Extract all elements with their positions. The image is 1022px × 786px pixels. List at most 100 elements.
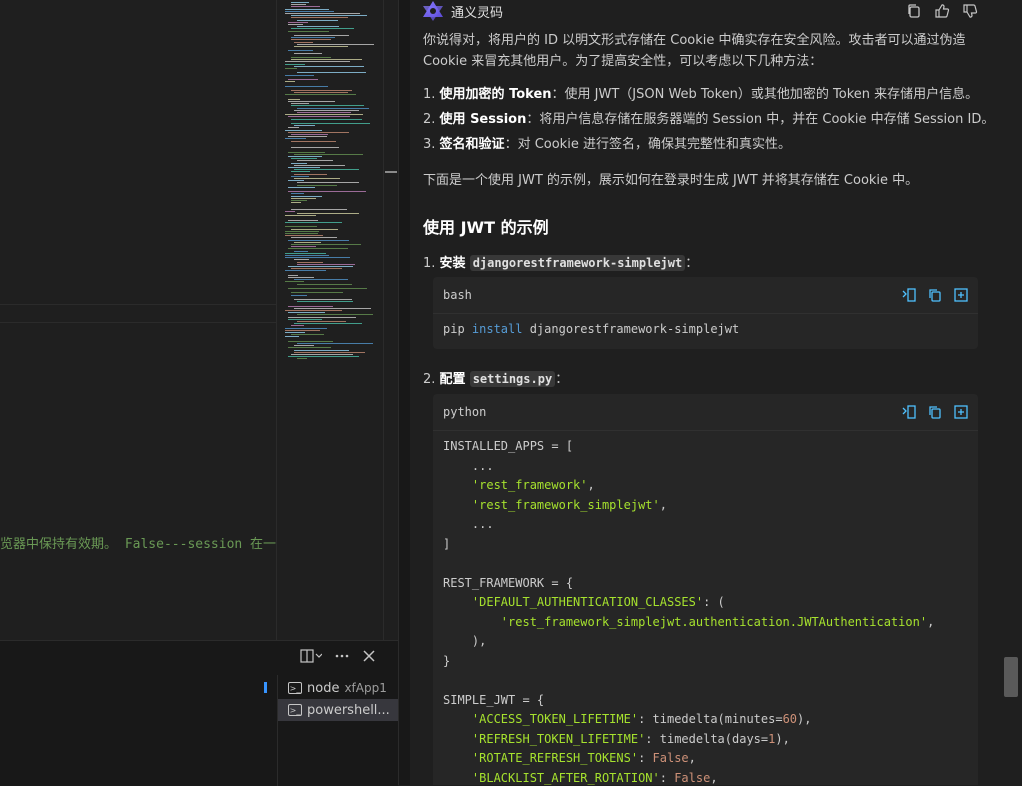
copy-code-icon[interactable]	[928, 288, 942, 302]
minimap-line	[285, 270, 326, 272]
minimap-line	[294, 241, 321, 243]
minimap-line	[291, 228, 338, 230]
minimap-line	[294, 349, 349, 351]
minimap-line	[285, 114, 363, 116]
terminal-actions	[300, 649, 376, 663]
minimap-line	[288, 50, 313, 52]
minimap-line	[288, 116, 350, 118]
minimap-line	[294, 65, 364, 67]
code-block-bash: bash pip install djangorestframework-sim…	[433, 277, 978, 349]
methods-list: 1. 使用加密的 Token：使用 JWT（JSON Web Token）或其他…	[423, 85, 990, 160]
chat-scroll-thumb[interactable]	[1004, 657, 1018, 697]
minimap-line	[285, 327, 327, 329]
new-file-icon[interactable]	[954, 288, 968, 302]
more-actions-icon[interactable]	[334, 649, 350, 663]
minimap-line	[294, 92, 348, 94]
minimap-line	[288, 248, 348, 250]
minimap-line	[291, 103, 309, 105]
code-block-python: python INSTALLED_APPS = [ ... 'rest_fram…	[433, 394, 978, 785]
minimap-line	[291, 237, 337, 239]
chat-scrollbar[interactable]	[990, 0, 1022, 785]
minimap-line	[288, 101, 335, 102]
minimap-line	[291, 193, 304, 195]
terminal-tab-label: node	[307, 680, 340, 696]
minimap-line	[285, 138, 306, 140]
minimap-line	[297, 263, 355, 265]
minimap-line	[288, 21, 308, 23]
bash-code: pip install djangorestframework-simplejw…	[443, 322, 740, 336]
editor-comment-line: 览器中保持有效期。 False---session 在一	[0, 537, 276, 552]
minimap-line	[285, 310, 342, 311]
list-item: 3. 签名和验证：对 Cookie 进行签名，确保其完整性和真实性。	[423, 137, 791, 152]
minimap-line	[297, 321, 346, 322]
copy-icon[interactable]	[906, 3, 922, 19]
minimap-line	[288, 136, 327, 138]
terminal-tab-sub: xfApp1	[344, 681, 387, 695]
tongyi-logo-icon	[423, 1, 443, 21]
minimap-line	[288, 288, 367, 289]
minimap-line	[297, 107, 369, 109]
minimap-line	[294, 164, 345, 166]
minimap-line	[291, 2, 309, 3]
minimap-line	[285, 13, 360, 14]
minimap-line	[294, 153, 363, 155]
terminal-tab-node[interactable]: >_ node xfApp1	[278, 677, 399, 699]
terminal-focus-indicator	[264, 682, 267, 693]
minimap-line	[288, 186, 315, 188]
minimap-line	[288, 347, 331, 349]
minimap-line	[288, 277, 314, 278]
minimap-line	[297, 314, 373, 316]
minimap-line	[291, 354, 353, 355]
minimap-line	[291, 294, 307, 296]
minimap-line	[291, 59, 362, 61]
terminal-icon: >_	[288, 704, 302, 716]
minimap-line	[291, 171, 310, 173]
minimap-line	[285, 85, 328, 87]
terminal-list: >_ node xfApp1 >_ powershell...	[277, 675, 399, 786]
minimap-line	[288, 131, 349, 133]
insert-code-icon[interactable]	[902, 288, 916, 302]
thumbs-down-icon[interactable]	[962, 3, 978, 19]
list-item: 2. 使用 Session：将用户信息存储在服务器端的 Session 中，并在…	[423, 112, 990, 127]
minimap-line	[291, 200, 307, 201]
minimap-line	[291, 105, 364, 107]
minimap-line	[285, 252, 326, 254]
minimap-line	[294, 279, 348, 281]
assistant-name: 通义灵码	[451, 5, 504, 21]
scroll-position-mark	[385, 171, 397, 173]
minimap-line	[288, 305, 333, 307]
minimap-line	[285, 74, 314, 76]
minimap-line	[297, 72, 366, 74]
minimap-line	[285, 129, 322, 131]
minimap-line	[297, 160, 333, 162]
message-actions	[906, 3, 978, 19]
minimap-line	[288, 24, 303, 25]
new-file-icon[interactable]	[954, 405, 968, 419]
minimap-line	[294, 250, 308, 252]
minimap-line	[297, 43, 374, 45]
terminal-panel: >_ node xfApp1 >_ powershell...	[0, 640, 399, 786]
minimap-line	[291, 147, 339, 149]
terminal-tab-powershell[interactable]: >_ powershell...	[278, 699, 399, 721]
minimap-line	[288, 191, 366, 193]
close-panel-icon[interactable]	[362, 649, 376, 663]
minimap-line	[288, 274, 298, 276]
split-terminal-icon[interactable]	[300, 649, 322, 663]
list-item: 1. 使用加密的 Token：使用 JWT（JSON Web Token）或其他…	[423, 87, 979, 102]
minimap-line	[291, 244, 361, 245]
copy-code-icon[interactable]	[928, 405, 942, 419]
minimap[interactable]	[276, 0, 384, 640]
intro-paragraph: 你说得对，将用户的 ID 以明文形式存储在 Cookie 中确实存在安全风险。攻…	[423, 33, 966, 69]
minimap-line	[294, 35, 349, 36]
insert-code-icon[interactable]	[902, 405, 916, 419]
step-install: 1. 安装 djangorestframework-simplejwt：	[423, 255, 699, 271]
minimap-line	[291, 140, 336, 142]
thumbs-up-icon[interactable]	[934, 3, 950, 19]
minimap-line	[288, 312, 325, 314]
minimap-line	[288, 167, 320, 168]
code-editor[interactable]: 览器中保持有效期。 False---session 在一	[0, 0, 276, 640]
editor-scrollbar[interactable]	[383, 0, 399, 640]
minimap-line	[285, 336, 299, 338]
step-configure: 2. 配置 settings.py：	[423, 371, 569, 387]
minimap-line	[288, 219, 318, 221]
